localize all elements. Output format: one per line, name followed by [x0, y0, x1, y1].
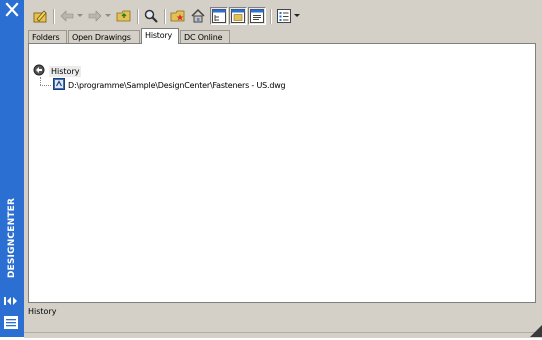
window-bottom-edge	[24, 332, 542, 338]
tree-root-history[interactable]: History	[33, 64, 82, 79]
status-bar: History	[28, 305, 536, 318]
history-list-pane[interactable]: History D:\programme\Sample\DesignCenter…	[28, 43, 536, 303]
properties-icon[interactable]	[4, 316, 18, 329]
favorites-icon[interactable]	[168, 7, 188, 25]
search-icon[interactable]	[141, 7, 161, 25]
tree-connector	[40, 77, 41, 85]
load-pencil-icon[interactable]	[30, 7, 50, 25]
tree-connector	[40, 85, 51, 86]
up-folder-icon[interactable]	[114, 7, 134, 25]
autohide-arrows-icon[interactable]	[4, 296, 20, 306]
preview-icon[interactable]	[229, 7, 247, 25]
forward-arrow-icon[interactable]	[86, 7, 104, 25]
tree-view-icon[interactable]	[210, 7, 228, 25]
dwg-file-icon	[53, 77, 65, 93]
tab-dc-online[interactable]: DC Online	[180, 30, 230, 43]
designcenter-window: Folders Open Drawings History DC Online …	[24, 0, 542, 338]
history-icon	[33, 64, 45, 79]
status-text: History	[28, 307, 57, 316]
resize-grip-icon[interactable]	[528, 323, 542, 337]
history-item-path: D:\programme\Sample\DesignCenter\Fastene…	[68, 80, 286, 90]
palette-title: DESIGNCENTER	[7, 197, 17, 279]
back-dropdown-icon[interactable]	[76, 7, 84, 25]
tab-open-drawings[interactable]: Open Drawings	[68, 30, 140, 43]
toolbar	[30, 7, 330, 27]
home-icon[interactable]	[188, 7, 208, 25]
tree-root-label: History	[49, 65, 82, 77]
description-icon[interactable]	[248, 7, 266, 25]
views-icon[interactable]	[275, 7, 293, 25]
views-dropdown-icon[interactable]	[293, 7, 301, 25]
forward-dropdown-icon[interactable]	[104, 7, 112, 25]
history-item[interactable]: D:\programme\Sample\DesignCenter\Fastene…	[53, 77, 286, 93]
tab-history[interactable]: History	[141, 28, 179, 44]
tab-folders[interactable]: Folders	[28, 30, 67, 43]
close-icon[interactable]	[3, 2, 21, 18]
back-arrow-icon[interactable]	[58, 7, 76, 25]
palette-title-bar[interactable]: DESIGNCENTER	[0, 0, 24, 337]
